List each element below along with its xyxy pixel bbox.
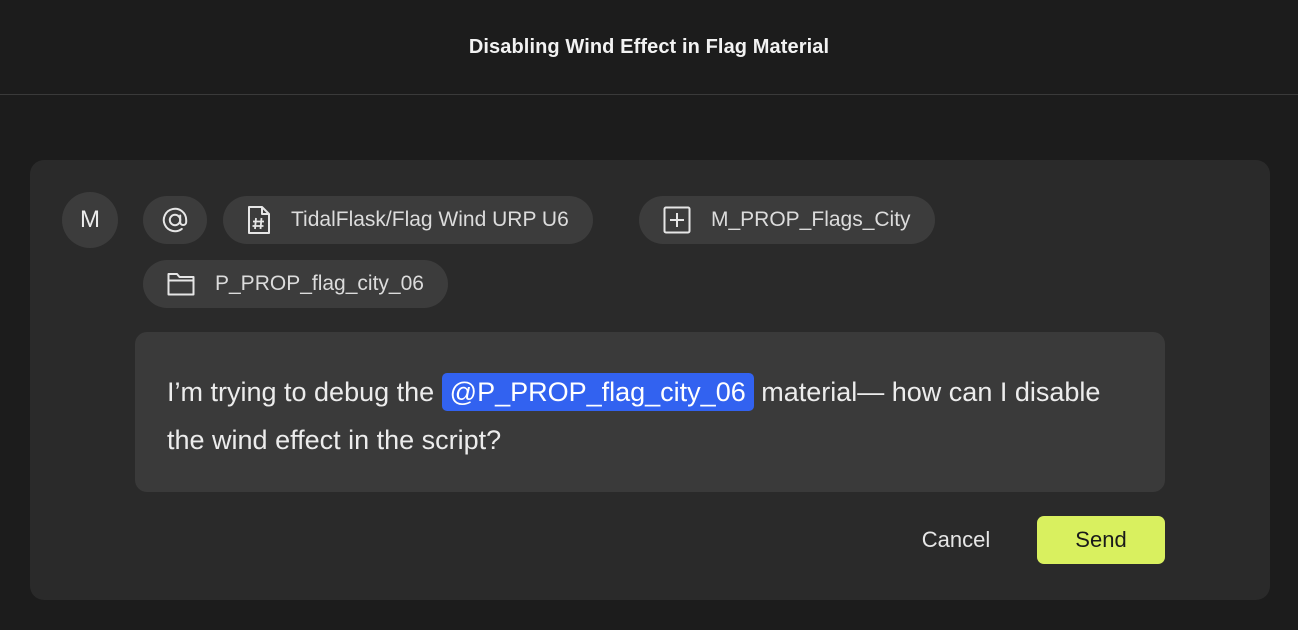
cancel-button[interactable]: Cancel	[901, 516, 1011, 564]
add-mention-button[interactable]	[143, 196, 207, 244]
context-chip-label: TidalFlask/Flag Wind URP U6	[291, 208, 569, 231]
context-chip-label: P_PROP_flag_city_06	[215, 272, 424, 295]
header: Disabling Wind Effect in Flag Material	[0, 0, 1298, 95]
message-text-before: I’m trying to debug the	[167, 377, 442, 407]
mention-tag[interactable]: @P_PROP_flag_city_06	[441, 373, 754, 411]
message-input[interactable]: I’m trying to debug the @P_PROP_flag_cit…	[135, 332, 1165, 492]
send-button[interactable]: Send	[1037, 516, 1165, 564]
page-title: Disabling Wind Effect in Flag Material	[468, 35, 830, 58]
context-chip-prefab[interactable]: P_PROP_flag_city_06	[143, 260, 448, 308]
context-chip-material[interactable]: M_PROP_Flags_City	[639, 196, 935, 244]
context-chip-script[interactable]: TidalFlask/Flag Wind URP U6	[223, 196, 593, 244]
avatar: M	[62, 192, 118, 248]
folder-icon	[167, 273, 195, 296]
composer-panel: M TidalFlask/Flag Wind URP U6 M_PROP_Fla…	[30, 160, 1270, 600]
context-chip-label: M_PROP_Flags_City	[711, 208, 911, 231]
plus-square-icon	[663, 206, 691, 234]
script-hash-icon	[248, 206, 270, 234]
at-icon	[162, 207, 188, 233]
